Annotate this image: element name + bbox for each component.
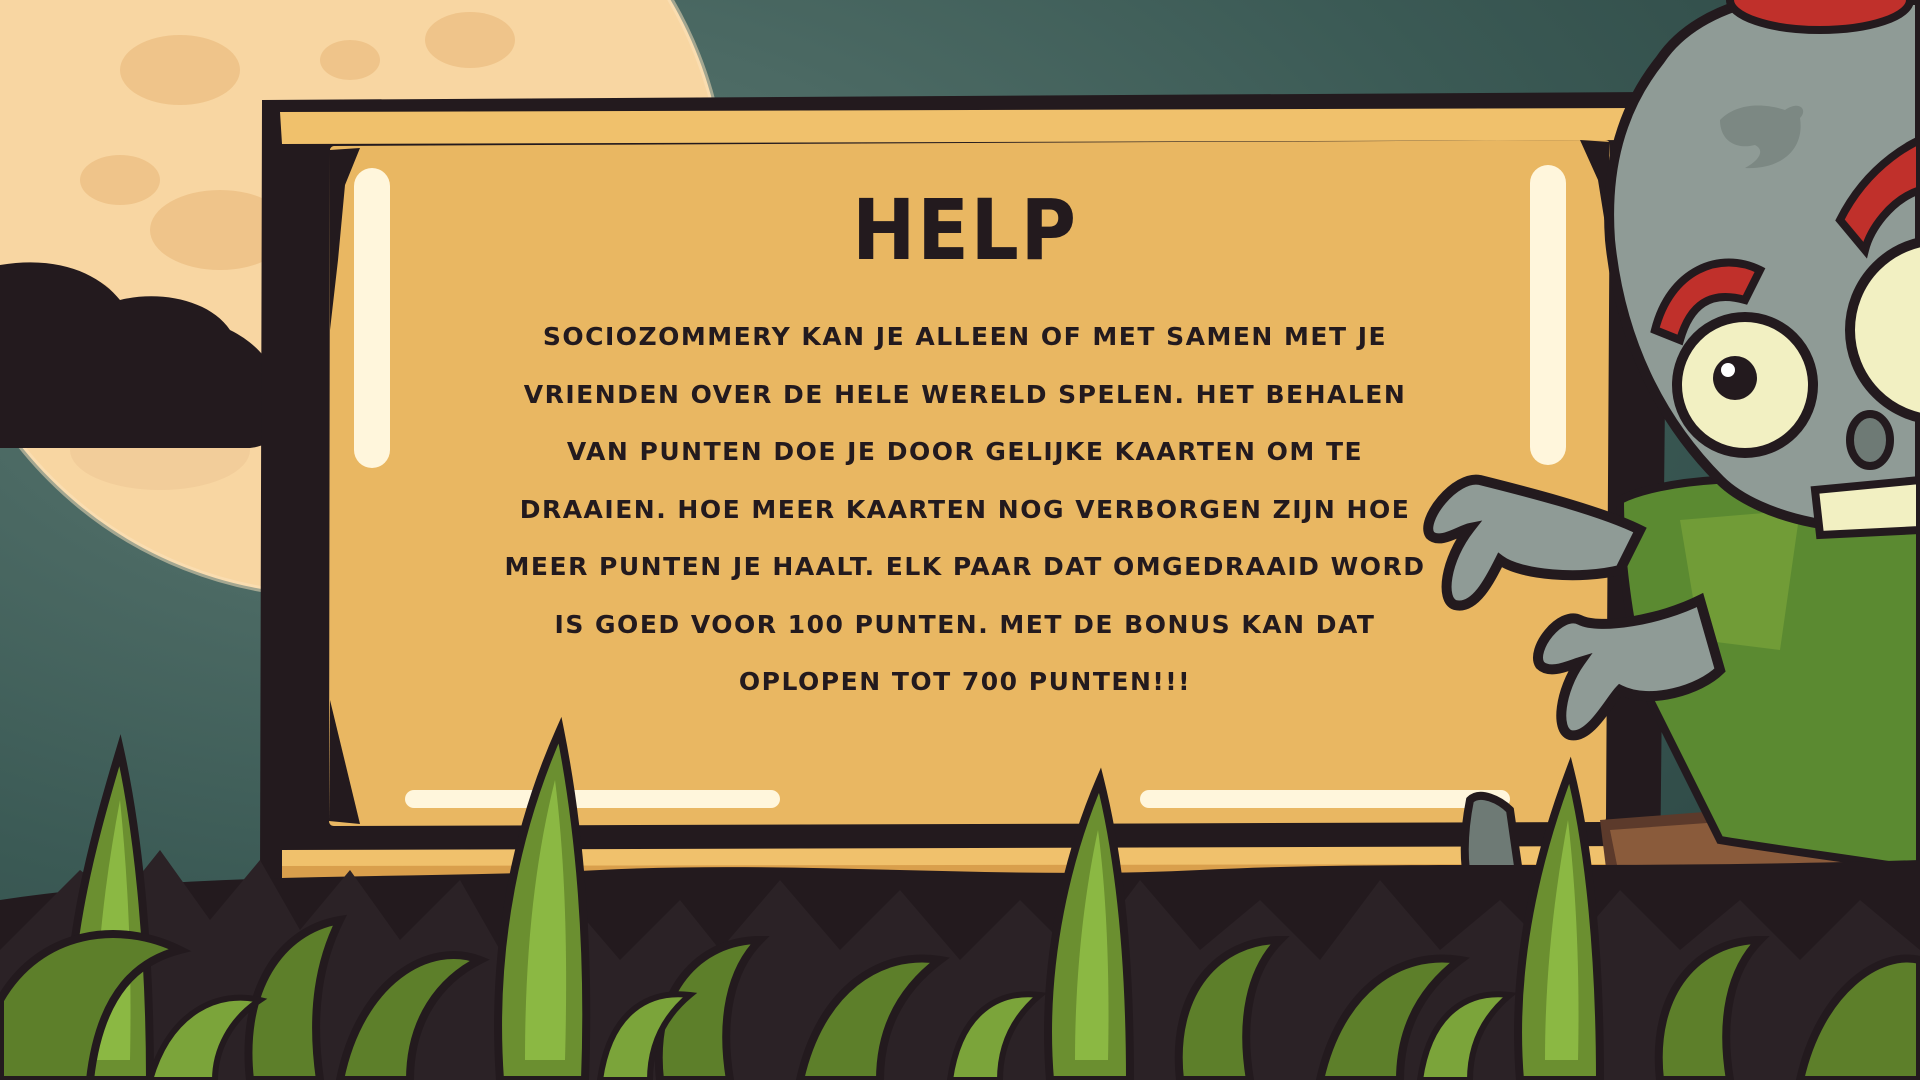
help-panel: HELP Sociozommery kan je alleen of met s… (415, 160, 1515, 760)
help-body-text: Sociozommery kan je alleen of met samen … (504, 322, 1426, 696)
help-title: HELP (852, 181, 1078, 279)
